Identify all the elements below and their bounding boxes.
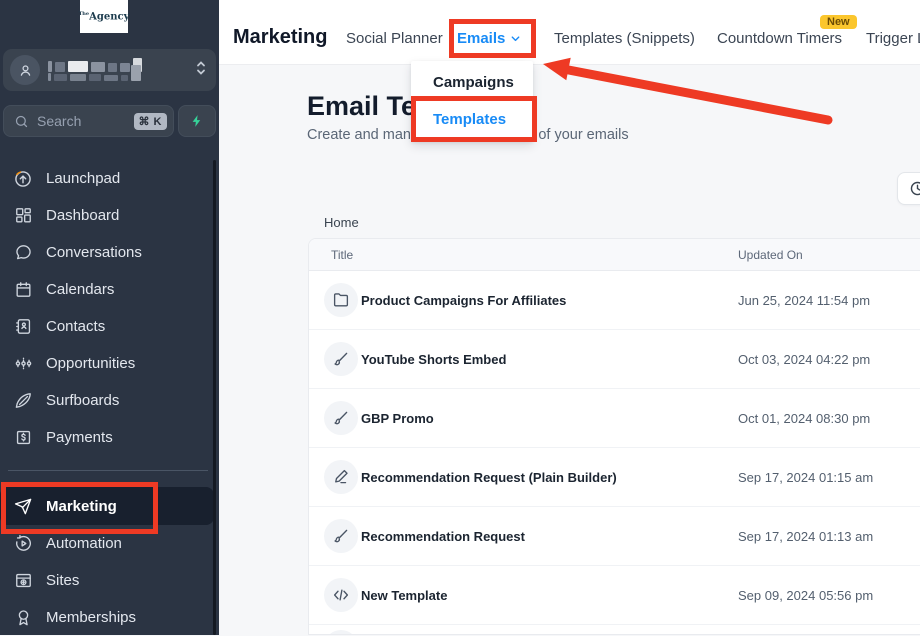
sidebar-item-label: Sites [46, 572, 79, 589]
sidebar-item-surfboards[interactable]: Surfboards [0, 382, 214, 419]
sidebar-item-sites[interactable]: Sites [0, 562, 214, 599]
template-updated: Oct 01, 2024 08:30 pm [738, 411, 870, 426]
calendar-icon [13, 280, 33, 299]
search-input[interactable]: Search ⌘ K [3, 105, 174, 137]
sidebar-item-label: Calendars [46, 281, 114, 298]
sidebar-item-label: Payments [46, 429, 113, 446]
sidebar: TheAgency [0, 0, 219, 635]
template-updated: Sep 17, 2024 01:13 am [738, 529, 873, 544]
sidebar-item-label: Marketing [46, 498, 117, 515]
table-row[interactable]: YouTube Shorts Embed Oct 03, 2024 04:22 … [309, 330, 920, 389]
tab-countdown-timers[interactable]: Countdown Timers [717, 30, 842, 47]
main-content: Email Templates Create and manage your t… [219, 65, 920, 635]
chevron-down-icon [510, 33, 521, 44]
template-title: Recommendation Request (Plain Builder) [361, 470, 617, 485]
table-row[interactable]: New Template Sep 09, 2024 05:56 pm [309, 566, 920, 625]
partial-row-icon [324, 630, 358, 635]
topbar: Marketing Social Planner Emails Template… [219, 0, 920, 65]
account-avatar [10, 55, 40, 85]
column-header-title: Title [331, 248, 353, 262]
brush-icon [324, 519, 358, 553]
clock-icon [909, 180, 920, 197]
opportunities-nodes-icon [13, 354, 33, 373]
sidebar-item-calendars[interactable]: Calendars [0, 271, 214, 308]
table-row[interactable]: Product Campaigns For Affiliates Jun 25,… [309, 271, 920, 330]
table-row[interactable]: Recommendation Request (Plain Builder) S… [309, 448, 920, 507]
redacted-account-name [48, 59, 196, 82]
sidebar-item-automation[interactable]: Automation [0, 525, 214, 562]
quick-actions-button[interactable] [178, 105, 216, 137]
marketing-send-icon [13, 497, 33, 516]
launchpad-icon [13, 169, 33, 189]
search-icon [14, 114, 29, 129]
tab-emails-label: Emails [457, 30, 505, 47]
sidebar-item-label: Surfboards [46, 392, 119, 409]
sidebar-item-label: Contacts [46, 318, 105, 335]
address-book-icon [13, 317, 33, 336]
tab-emails[interactable]: Emails [457, 30, 521, 47]
template-title: Product Campaigns For Affiliates [361, 293, 566, 308]
automation-icon [13, 534, 33, 553]
sidebar-item-conversations[interactable]: Conversations [0, 234, 214, 271]
template-updated: Sep 09, 2024 05:56 pm [738, 588, 873, 603]
new-feature-badge: New [820, 15, 857, 29]
memberships-ribbon-icon [13, 608, 33, 627]
folder-icon [324, 283, 358, 317]
template-title: Recommendation Request [361, 529, 525, 544]
account-switcher[interactable] [3, 49, 216, 91]
template-updated: Jun 25, 2024 11:54 pm [738, 293, 870, 308]
search-placeholder: Search [37, 113, 134, 129]
section-title: Marketing [233, 26, 327, 49]
sidebar-item-label: Opportunities [46, 355, 135, 372]
sidebar-item-label: Conversations [46, 244, 142, 261]
dashboard-icon [13, 206, 33, 225]
surfboard-icon [13, 391, 33, 410]
pencil-icon [324, 460, 358, 494]
template-updated: Oct 03, 2024 04:22 pm [738, 352, 870, 367]
sites-icon [13, 571, 33, 590]
column-header-updated-on: Updated On [738, 248, 803, 262]
template-updated: Sep 17, 2024 01:15 am [738, 470, 873, 485]
person-pin-icon [17, 62, 34, 79]
sidebar-item-opportunities[interactable]: Opportunities [0, 345, 214, 382]
sidebar-item-payments[interactable]: Payments [0, 419, 214, 456]
sidebar-item-contacts[interactable]: Contacts [0, 308, 214, 345]
sidebar-item-label: Dashboard [46, 207, 119, 224]
table-row[interactable]: Recommendation Request Sep 17, 2024 01:1… [309, 507, 920, 566]
tab-social-planner[interactable]: Social Planner [346, 30, 443, 47]
template-title: New Template [361, 588, 447, 603]
sidebar-item-launchpad[interactable]: Launchpad [0, 160, 214, 197]
chat-bubble-icon [13, 243, 33, 262]
sidebar-scrollbar[interactable] [213, 160, 216, 635]
agency-logo-text: TheAgency [79, 11, 130, 22]
payments-icon [13, 428, 33, 447]
sidebar-item-label: Launchpad [46, 170, 120, 187]
sidebar-item-label: Memberships [46, 609, 136, 626]
sidebar-item-dashboard[interactable]: Dashboard [0, 197, 214, 234]
tab-trigger-links[interactable]: Trigger Links [866, 30, 920, 47]
agency-logo: TheAgency [80, 0, 128, 33]
brush-icon [324, 342, 358, 376]
template-title: GBP Promo [361, 411, 434, 426]
lightning-bolt-icon [190, 113, 204, 129]
breadcrumb[interactable]: Home [324, 215, 359, 230]
tab-templates-snippets[interactable]: Templates (Snippets) [554, 30, 695, 47]
sidebar-divider [8, 470, 208, 471]
switcher-chevrons-icon [196, 60, 206, 81]
sidebar-item-marketing[interactable]: Marketing [0, 487, 214, 525]
sidebar-item-memberships[interactable]: Memberships [0, 599, 214, 636]
table-header: Title Updated On [309, 239, 920, 271]
emails-dropdown-menu: Campaigns Templates [411, 61, 533, 142]
dropdown-item-campaigns[interactable]: Campaigns [433, 74, 514, 91]
template-title: YouTube Shorts Embed [361, 352, 506, 367]
templates-table: Title Updated On Product Campaigns For A… [308, 238, 920, 635]
history-button[interactable] [897, 172, 920, 205]
brush-icon [324, 401, 358, 435]
sidebar-item-label: Automation [46, 535, 122, 552]
dropdown-item-templates[interactable]: Templates [433, 111, 506, 128]
table-row[interactable]: GBP Promo Oct 01, 2024 08:30 pm [309, 389, 920, 448]
code-icon [324, 578, 358, 612]
search-shortcut-badge: ⌘ K [134, 113, 168, 130]
